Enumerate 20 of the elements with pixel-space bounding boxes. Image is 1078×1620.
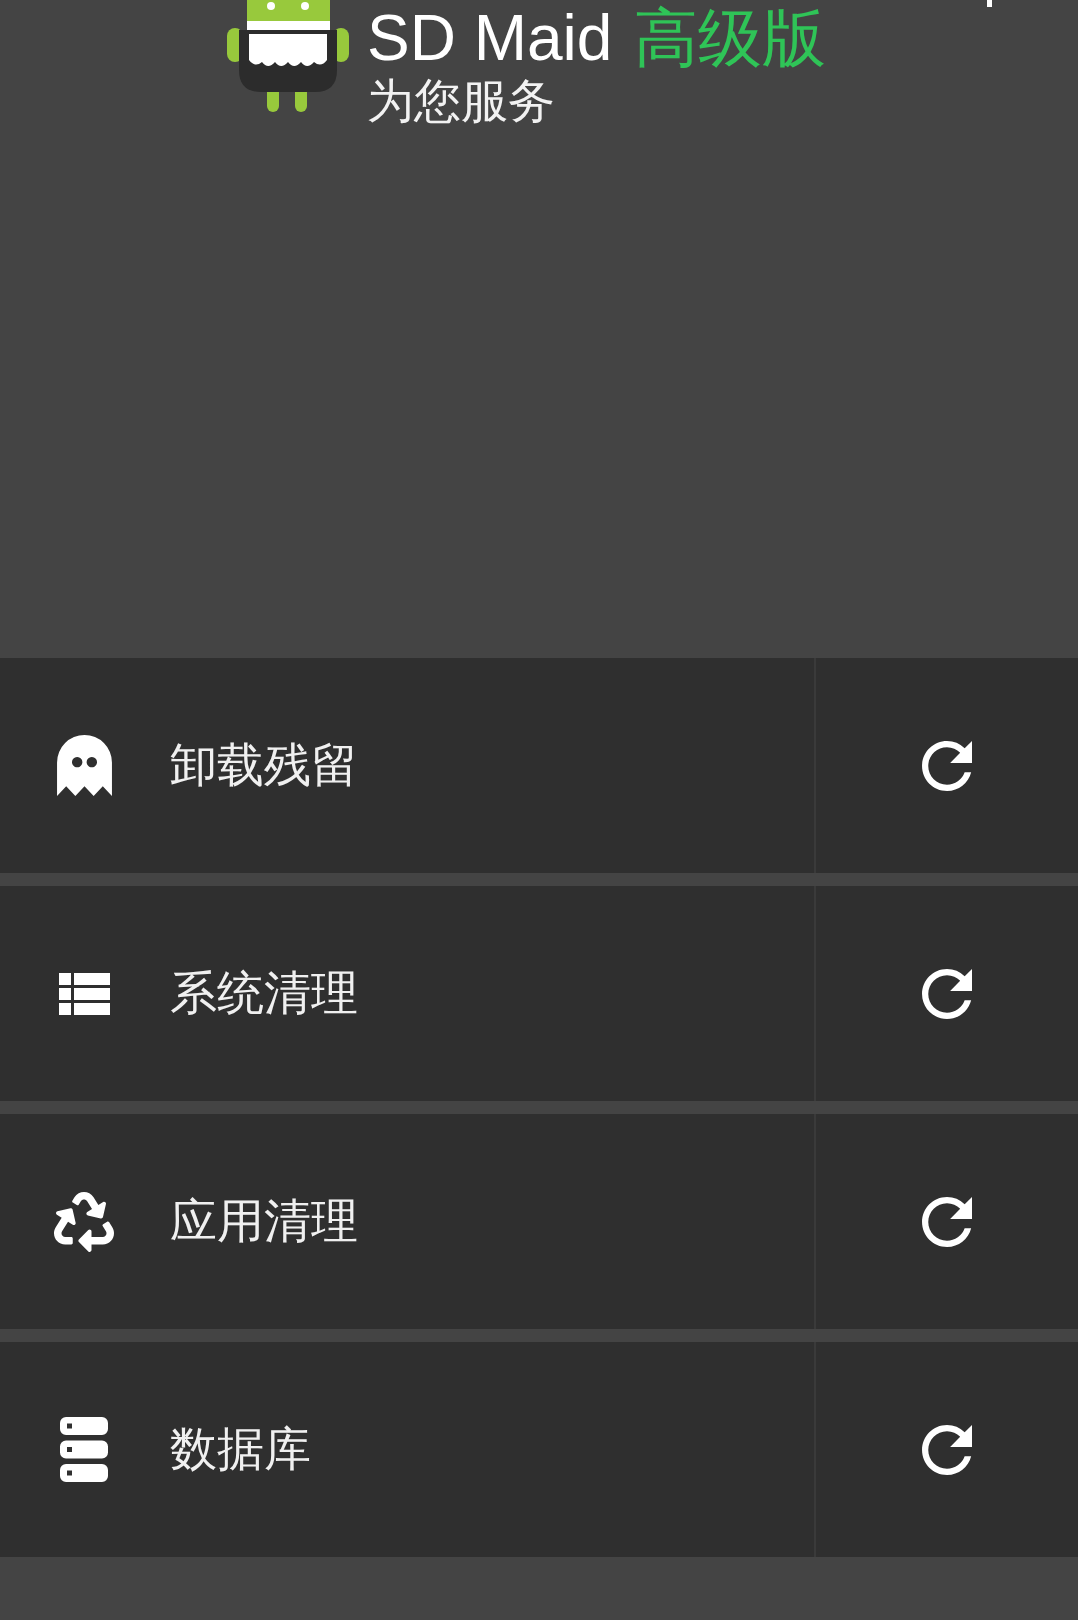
refresh-icon [922,1424,972,1475]
tool-item[interactable]: 卸载残留 [0,658,814,873]
overflow-menu-icon[interactable] [987,0,992,7]
tagline: 为您服务 [367,74,556,127]
edition-label: 高级版 [634,3,827,75]
tool-item[interactable]: 应用清理 [0,1114,814,1329]
refresh-button[interactable] [814,1114,1078,1329]
refresh-icon [922,740,972,791]
refresh-button[interactable] [814,1342,1078,1557]
refresh-icon [922,968,972,1019]
ghost-icon [56,735,112,796]
tool-item[interactable]: 系统清理 [0,886,814,1101]
list-icon [58,972,110,1015]
database-icon [60,1417,108,1482]
tool-item[interactable]: 数据库 [0,1342,814,1557]
recycle-icon [54,1191,114,1252]
refresh-button[interactable] [814,886,1078,1101]
refresh-button[interactable] [814,658,1078,873]
app-name: SD Maid [367,10,613,68]
refresh-icon [922,1196,972,1247]
